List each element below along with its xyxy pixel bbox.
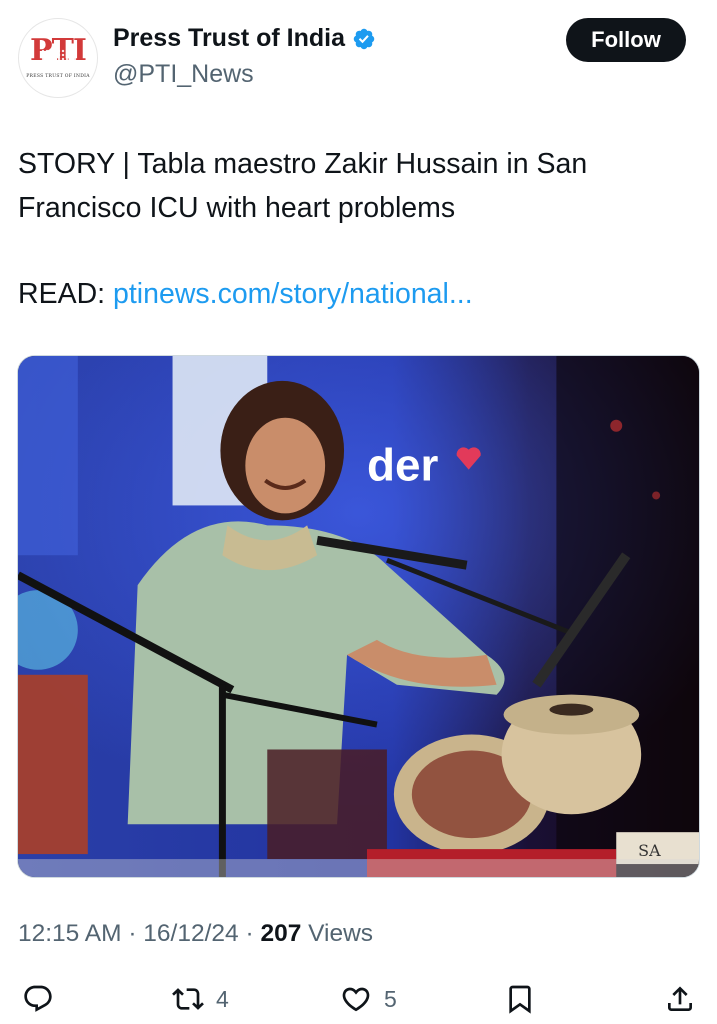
tabla-player-photo: der SA [18, 356, 699, 877]
read-line: READ: ptinews.com/story/national... [18, 272, 473, 316]
views-count: 207 [260, 920, 302, 947]
like-button[interactable]: 5 [340, 983, 397, 1015]
tweet-text-line-2: Francisco ICU with heart problems [18, 192, 456, 224]
reply-button[interactable] [22, 983, 54, 1015]
avatar-logo-dots [41, 49, 77, 65]
tweet-text: STORY | Tabla maestro Zakir Hussain in S… [18, 142, 698, 230]
retweet-count: 4 [216, 985, 229, 1012]
tweet-text-line-1: STORY | Tabla maestro Zakir Hussain in S… [18, 148, 588, 180]
retweet-icon [172, 988, 204, 1010]
retweet-button[interactable]: 4 [172, 983, 229, 1015]
share-icon [668, 986, 692, 1011]
name-row: Press Trust of India [113, 24, 376, 53]
meta-separator-2: · [238, 920, 261, 947]
account-name[interactable]: Press Trust of India [113, 24, 345, 53]
tweet-time[interactable]: 12:15 AM [18, 920, 122, 947]
bookmark-icon [509, 985, 531, 1014]
tweet-photo[interactable]: der SA [17, 355, 700, 878]
avatar[interactable]: PTI PRESS TRUST OF INDIA [18, 18, 98, 98]
story-link[interactable]: ptinews.com/story/national... [113, 278, 473, 310]
tweet-header: PTI PRESS TRUST OF INDIA Press Trust of … [0, 0, 717, 110]
avatar-logo-subtitle: PRESS TRUST OF INDIA [26, 74, 90, 79]
account-handle[interactable]: @PTI_News [113, 60, 254, 89]
bookmark-button[interactable] [504, 983, 536, 1015]
share-button[interactable] [664, 983, 696, 1015]
tweet-date[interactable]: 16/12/24 [143, 920, 238, 947]
drum-label: SA [638, 841, 661, 860]
reply-icon [24, 985, 52, 1012]
verified-badge-icon [352, 27, 376, 51]
follow-button[interactable]: Follow [566, 18, 686, 62]
views-label: Views [301, 920, 374, 947]
read-label: READ: [18, 278, 114, 310]
heart-icon [342, 987, 370, 1012]
action-bar: 4 5 [0, 975, 717, 1024]
meta-separator-1: · [121, 920, 144, 947]
tweet-meta: 12:15 AM · 16/12/24 · 207 Views [18, 920, 373, 948]
like-count: 5 [384, 985, 397, 1012]
banner-text: der [367, 440, 439, 491]
